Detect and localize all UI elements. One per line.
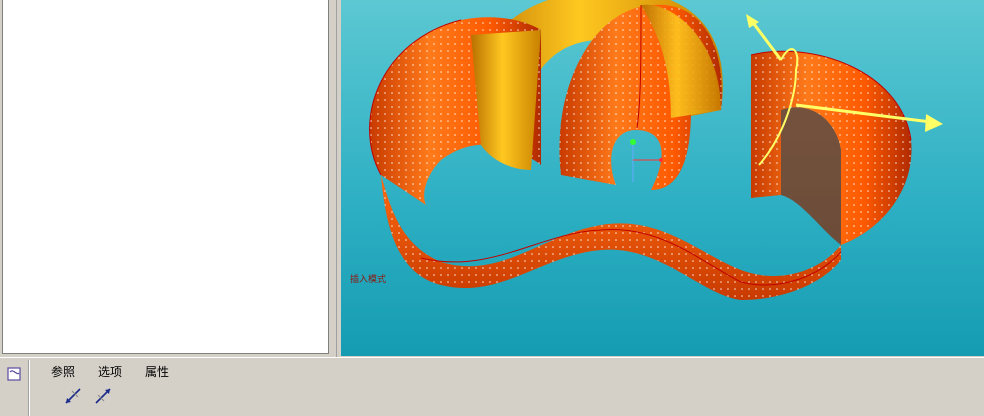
tab-options[interactable]: 选项	[98, 363, 122, 380]
mode-label: 插入模式	[350, 275, 387, 285]
edge-flip-icon[interactable]	[92, 385, 114, 407]
panel-splitter[interactable]	[330, 0, 340, 357]
splitter-line	[336, 0, 337, 357]
feature-dashboard: 参照 选项 属性	[0, 357, 984, 416]
model-render	[369, 0, 943, 300]
right-inner-face	[781, 107, 841, 245]
model-tree[interactable]	[2, 0, 329, 354]
left-inner-surface	[471, 30, 541, 170]
edge-chain-icon[interactable]	[62, 385, 84, 407]
sketch-feature-icon	[7, 367, 21, 381]
dashboard-separator	[28, 360, 30, 416]
tab-properties[interactable]: 属性	[145, 363, 169, 380]
tab-references[interactable]: 参照	[51, 363, 75, 380]
graphics-viewport[interactable]: 插入模式	[341, 0, 984, 356]
model-tree-panel	[0, 0, 330, 357]
